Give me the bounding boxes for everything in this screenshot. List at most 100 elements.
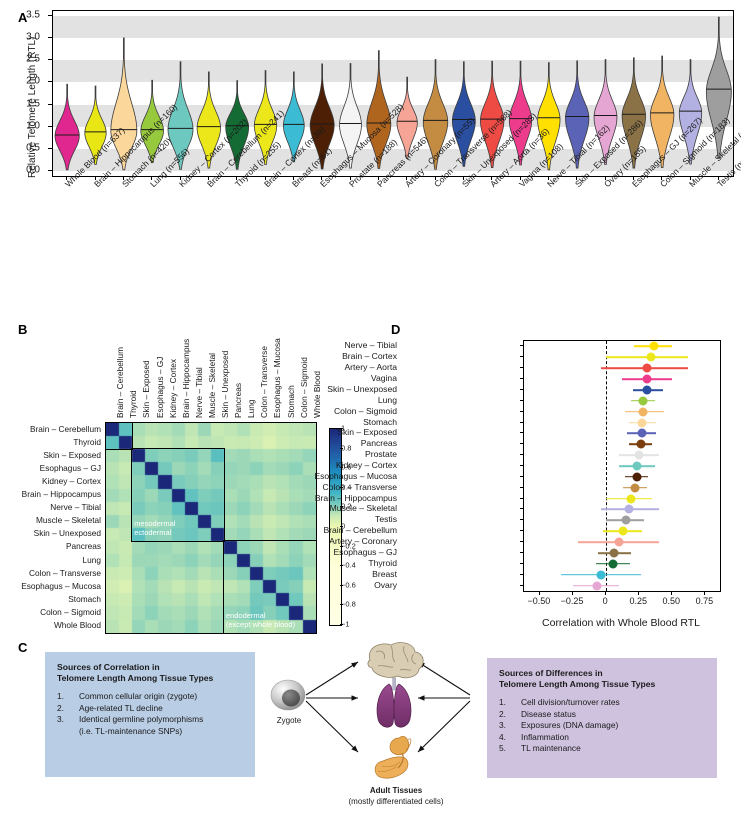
panel-d-point-estimate xyxy=(637,428,647,438)
panel-a-y-ticks: 0.0 0.5 1.0 1.5 2.0 2.5 3.0 3.5 xyxy=(0,0,48,310)
panel-d-row-tick xyxy=(520,454,523,456)
panel-d-point-estimate xyxy=(630,483,640,493)
colorbar-tick-mark xyxy=(340,447,343,449)
panel-d-row-label: Skin – Unexposed xyxy=(327,383,397,394)
panel-a-y-tick-label: 0.0 xyxy=(26,164,40,176)
differences-list-item-number: 4. xyxy=(499,731,506,742)
heatmap-column-label: Skin – Exposed xyxy=(141,360,152,418)
heatmap-row-label: Colon – Sigmoid xyxy=(40,606,101,617)
heatmap-row-label: Nerve – Tibial xyxy=(50,502,101,513)
heatmap-column-label: Nerve – Tibial xyxy=(193,367,204,418)
panel-d-row-label: Artery – Aorta xyxy=(344,362,397,373)
panel-d-x-tick-mark xyxy=(704,591,706,595)
heatmap-group-box-mesoderm-line2: ectodermal xyxy=(134,527,172,537)
differences-title-line1: Sources of Differences in xyxy=(499,668,603,678)
differences-list-item-text: Exposures (DNA damage) xyxy=(521,720,619,730)
heatmap-column-label: Lung xyxy=(246,399,257,418)
heatmap-row-label: Muscle – Skeletal xyxy=(35,515,101,526)
heatmap-row-label: Stomach xyxy=(68,593,101,604)
correlation-list-item-number: 1. xyxy=(57,691,64,701)
heatmap-group-box-mesoderm-line1: mesodermal xyxy=(134,518,176,528)
heatmap-row-label: Esophagus – GJ xyxy=(39,462,101,473)
intestine-icon xyxy=(374,735,412,779)
panel-d-row-label: Nerve – Tibial xyxy=(344,340,397,351)
panel-a-y-tick-label: 1.5 xyxy=(26,98,40,110)
panel-d-row-label: Testis xyxy=(375,514,397,525)
panel-d-point-estimate xyxy=(634,450,644,460)
correlation-item-list: 1. Common cellular origin (zygote) 2. Age-r… xyxy=(57,691,243,726)
panel-d-letter: D xyxy=(391,322,401,337)
colorbar-tick-label: −0.6 xyxy=(341,580,356,590)
panel-a-y-tick-mark xyxy=(48,81,52,83)
correlation-title-line1: Sources of Correlation in xyxy=(57,662,160,672)
heatmap-row-label: Kidney – Cortex xyxy=(41,475,101,486)
heatmap-group-box-endoderm-label: endodermal (except whole blood) xyxy=(226,611,295,629)
panel-a-y-tick-mark xyxy=(48,103,52,105)
panel-a-y-tick-mark xyxy=(48,125,52,127)
colorbar-tick-mark xyxy=(340,565,343,567)
panel-d-point-estimate xyxy=(624,504,634,514)
panel-c-concept-diagram: C Sources of Correlation in Telomere Len… xyxy=(0,638,741,817)
heatmap-column-label: Stomach xyxy=(285,385,296,418)
colorbar-tick-mark xyxy=(340,584,343,586)
panel-d-row-label: Kidney – Cortex xyxy=(335,460,397,470)
heatmap-column-label: Thyroid xyxy=(128,390,139,418)
panel-d-x-tick-mark xyxy=(638,591,640,595)
panel-d-row-label: Artery – Coronary xyxy=(329,536,397,547)
panel-d-row-tick xyxy=(520,541,523,543)
panel-d-point-estimate xyxy=(592,581,602,591)
panel-d-row-label: Prostate xyxy=(364,449,397,460)
heatmap-column-label: Whole Blood xyxy=(311,370,322,418)
panel-d-point-estimate xyxy=(642,385,652,395)
correlation-box-title: Sources of Correlation in Telomere Lengt… xyxy=(57,662,243,684)
panel-d-point-estimate xyxy=(637,418,647,428)
colorbar-tick-label: −0.8 xyxy=(341,599,356,609)
panel-d-point-estimate xyxy=(621,515,631,525)
panel-d-row-label: Colon – Sigmoid xyxy=(333,405,397,416)
heatmap-group-box-mesoderm-label: mesodermal ectodermal xyxy=(134,519,175,537)
panel-d-x-tick-label: 0.75 xyxy=(695,596,714,606)
correlation-list-item-number: 2. xyxy=(57,702,64,713)
panel-d-point-estimate xyxy=(632,461,642,471)
panel-d-point-estimate xyxy=(626,494,636,504)
panel-d-x-tick-label: −0.25 xyxy=(560,596,584,606)
heatmap-row-label: Skin – Unexposed xyxy=(33,528,101,539)
panel-a-y-tick-label: 2.0 xyxy=(26,75,40,87)
panel-a-y-tick-label: 2.5 xyxy=(26,53,40,65)
panel-d-x-tick-label: 0.50 xyxy=(662,596,681,606)
panel-d-row-label: Brain – Cerebellum xyxy=(323,525,397,536)
panel-a-y-tick-mark xyxy=(48,147,52,149)
correlation-list-item: 1. Common cellular origin (zygote) xyxy=(57,691,243,703)
panel-c-letter: C xyxy=(18,640,28,655)
heatmap-row-label: Thyroid xyxy=(73,436,101,447)
heatmap-column-label: Brain – Cerebellum xyxy=(115,346,126,418)
panel-d-row-label: Brain – Hippocampus xyxy=(314,492,397,503)
differences-list-item: 3. Exposures (DNA damage) xyxy=(499,720,705,732)
differences-list-item-number: 1. xyxy=(499,697,506,707)
panel-d-row-tick xyxy=(520,367,523,369)
differences-list-item: 4. Inflammation xyxy=(499,732,705,744)
differences-list-item: 5. TL maintenance xyxy=(499,743,705,755)
differences-list-item-number: 3. xyxy=(499,720,506,730)
panel-d-row-label: Stomach xyxy=(363,416,397,427)
heatmap-row-label: Skin – Exposed xyxy=(43,449,101,460)
panel-d-row-tick xyxy=(520,465,523,466)
panel-d-x-axis-label: Correlation with Whole Blood RTL xyxy=(542,617,700,629)
heatmap-row-label: Esophagus – Mucosa xyxy=(21,580,101,591)
heatmap-column-label: Muscle – Skeletal xyxy=(206,352,217,418)
panel-d-row-label: Pancreas xyxy=(360,438,397,449)
panel-d-point-estimate xyxy=(649,341,659,351)
panel-d-row-tick xyxy=(520,497,523,499)
heatmap-column-label: Brain – Hippocampus xyxy=(180,338,191,418)
panel-d-row-tick xyxy=(520,421,523,423)
panel-d-point-estimate xyxy=(618,526,628,536)
panel-d-row-tick xyxy=(520,519,523,521)
panel-a-y-tick-mark xyxy=(48,169,52,171)
correlation-list-item-text: Identical germline polymorphisms xyxy=(79,714,204,724)
panel-d-row-tick xyxy=(520,573,523,575)
heatmap-column-label: Colon – Sigmoid xyxy=(298,357,309,418)
differences-box-title: Sources of Differences in Telomere Lengt… xyxy=(499,668,705,690)
correlation-list-item: 2. Age-related TL decline xyxy=(57,703,243,715)
zygote-to-tissues-diagram: Zygote Adult Tissues (mostly differentia… xyxy=(258,640,483,817)
panel-d-row-tick xyxy=(520,530,523,532)
